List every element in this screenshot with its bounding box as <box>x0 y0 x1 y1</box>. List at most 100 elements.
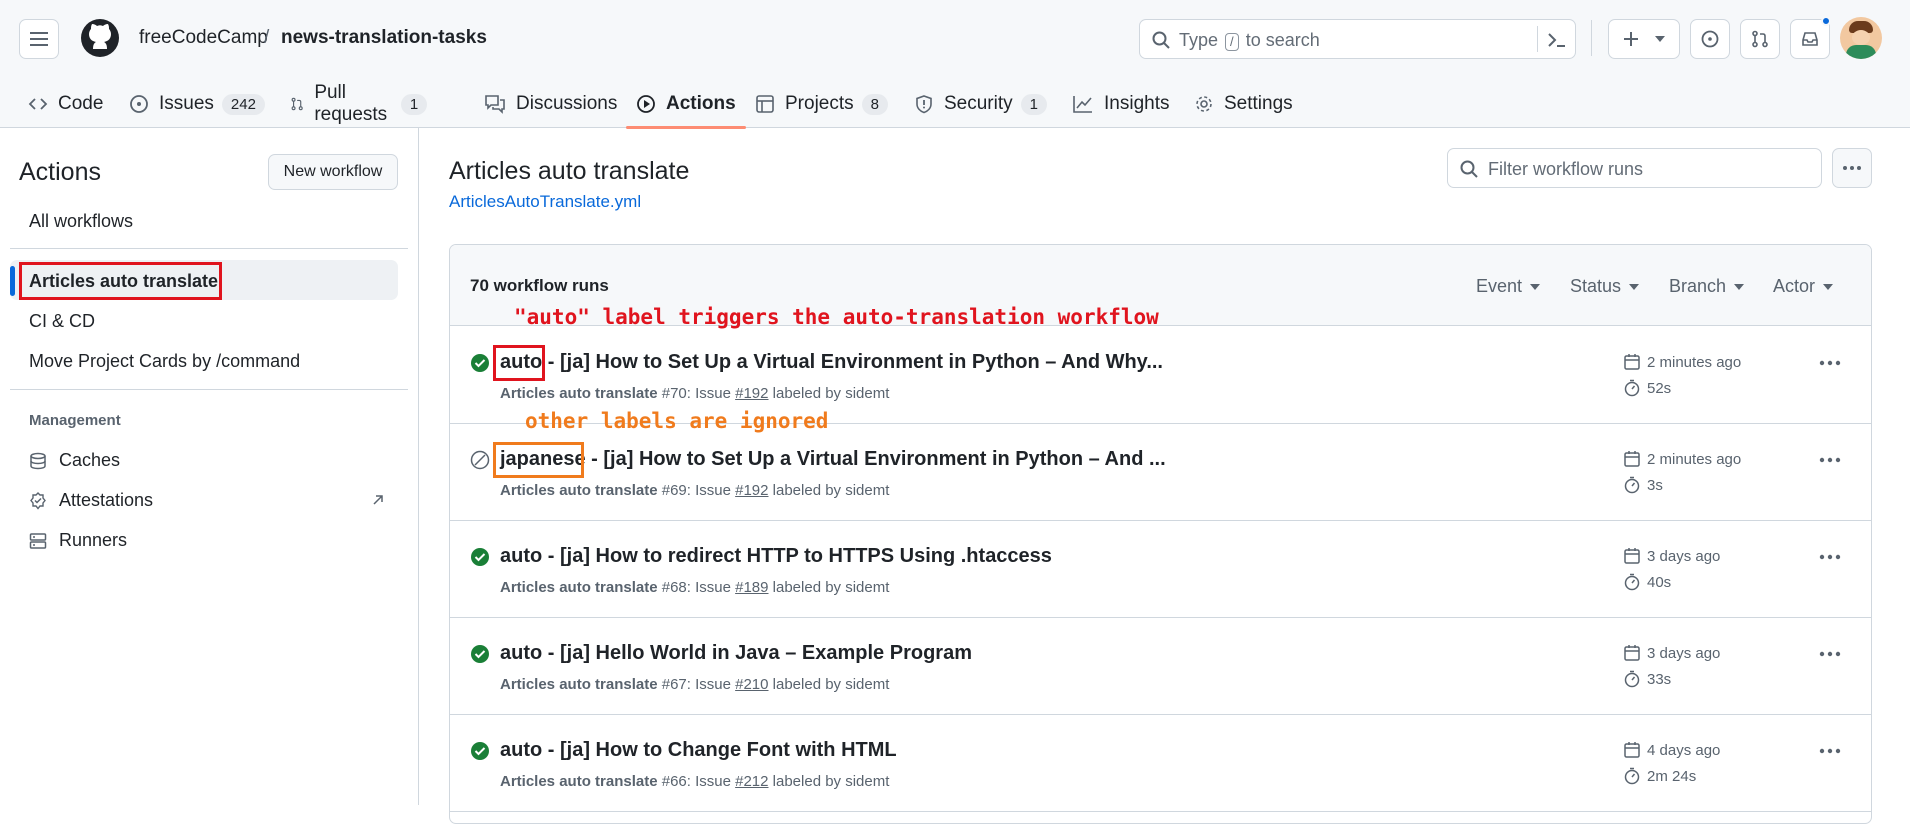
run-title[interactable]: auto - [ja] Hello World in Java – Exampl… <box>500 642 972 665</box>
stopwatch-icon <box>1624 670 1640 688</box>
table-row[interactable]: auto - [ja] How to Change Font with HTML… <box>450 715 1871 812</box>
create-new-button[interactable] <box>1608 19 1680 59</box>
table-row[interactable]: auto - [ja] Hello World in Java – Exampl… <box>450 618 1871 715</box>
tab-projects[interactable]: Projects 8 <box>755 80 888 128</box>
pull-requests-count-badge: 1 <box>400 93 428 115</box>
tab-actions[interactable]: Actions <box>626 80 746 129</box>
table-icon <box>756 95 774 113</box>
run-duration: 33s <box>1623 670 1671 688</box>
avatar[interactable] <box>1840 17 1882 59</box>
shield-icon <box>916 95 932 114</box>
workflow-options-button[interactable] <box>1832 148 1872 188</box>
sidebar-item-attestations[interactable]: Attestations <box>29 490 389 511</box>
search-icon <box>1460 160 1478 178</box>
issue-icon <box>130 95 148 113</box>
tab-pull-requests[interactable]: Pull requests 1 <box>290 80 428 128</box>
run-title[interactable]: auto - [ja] How to redirect HTTP to HTTP… <box>500 545 1052 568</box>
annotation-box-red-auto <box>493 345 545 381</box>
notification-dot <box>1821 16 1831 26</box>
run-date: 2 minutes ago <box>1623 353 1741 371</box>
run-meta: Articles auto translate #68: Issue #189 … <box>500 579 890 596</box>
pull-request-icon <box>1752 30 1768 48</box>
table-row[interactable]: auto - [ja] How to redirect HTTP to HTTP… <box>450 521 1871 618</box>
stopwatch-icon <box>1624 573 1640 591</box>
chevron-down-icon <box>1655 36 1665 42</box>
annotation-box-orange-japanese <box>493 442 584 478</box>
inbox-icon <box>1802 32 1818 46</box>
run-title[interactable]: japanese - [ja] How to Set Up a Virtual … <box>500 448 1166 471</box>
server-icon <box>29 532 47 549</box>
stopwatch-icon <box>1624 476 1640 494</box>
search-icon <box>1152 31 1170 49</box>
kebab-horizontal-icon[interactable] <box>1819 651 1841 657</box>
command-palette-icon[interactable] <box>1547 31 1567 49</box>
hamburger-icon <box>30 32 48 46</box>
run-title[interactable]: auto - [ja] How to Change Font with HTML <box>500 739 897 762</box>
new-workflow-button[interactable]: New workflow <box>268 154 398 190</box>
run-date: 3 days ago <box>1623 644 1720 662</box>
branch-filter-dropdown[interactable]: Branch <box>1669 276 1745 297</box>
kebab-horizontal-icon[interactable] <box>1819 554 1841 560</box>
kebab-horizontal-icon[interactable] <box>1819 748 1841 754</box>
workflow-file-link[interactable]: ArticlesAutoTranslate.yml <box>449 192 641 212</box>
tab-code[interactable]: Code <box>28 80 103 128</box>
gear-icon <box>1196 96 1212 112</box>
pull-requests-button[interactable] <box>1740 19 1780 59</box>
issue-link[interactable]: #192 <box>735 385 768 402</box>
success-check-icon <box>471 645 489 663</box>
issue-link[interactable]: #189 <box>735 579 768 596</box>
global-search-input[interactable]: Type / to search <box>1139 19 1576 59</box>
sidebar-item-move-project-cards[interactable]: Move Project Cards by /command <box>29 351 300 372</box>
actor-filter-dropdown[interactable]: Actor <box>1773 276 1834 297</box>
breadcrumb-owner[interactable]: freeCodeCamp <box>139 27 268 49</box>
github-logo-icon[interactable] <box>80 18 120 58</box>
success-check-icon <box>471 354 489 372</box>
annotation-box-red-sidebar <box>19 262 222 300</box>
top-header: freeCodeCamp / news-translation-tasks Ty… <box>0 0 1910 129</box>
run-duration: 40s <box>1623 573 1671 591</box>
discussion-icon <box>485 95 505 114</box>
annotation-auto-note: "auto" label triggers the auto-translati… <box>514 305 1159 329</box>
tab-issues[interactable]: Issues 242 <box>129 80 265 128</box>
filter-placeholder: Filter workflow runs <box>1488 159 1644 179</box>
stopwatch-icon <box>1624 767 1640 785</box>
sidebar-item-ci-cd[interactable]: CI & CD <box>29 311 95 332</box>
run-meta: Articles auto translate #70: Issue #192 … <box>500 385 890 402</box>
run-meta: Articles auto translate #66: Issue #212 … <box>500 773 890 790</box>
chevron-down-icon <box>1629 283 1640 290</box>
tab-discussions[interactable]: Discussions <box>484 80 617 128</box>
kebab-horizontal-icon[interactable] <box>1819 457 1841 463</box>
table-row[interactable]: japanese - [ja] How to Set Up a Virtual … <box>450 424 1871 521</box>
breadcrumb-repo[interactable]: news-translation-tasks <box>281 27 487 49</box>
event-filter-dropdown[interactable]: Event <box>1476 276 1541 297</box>
hamburger-menu-button[interactable] <box>19 19 59 59</box>
issue-link[interactable]: #192 <box>735 482 768 499</box>
run-title[interactable]: auto - [ja] How to Set Up a Virtual Envi… <box>500 351 1163 374</box>
sidebar-item-all-workflows[interactable]: All workflows <box>29 211 133 232</box>
run-date: 4 days ago <box>1623 741 1720 759</box>
workflow-runs-list: 70 workflow runs Event Status Branch Act… <box>449 244 1872 824</box>
play-icon <box>637 95 655 113</box>
chevron-down-icon <box>1530 283 1541 290</box>
issues-button[interactable] <box>1690 19 1730 59</box>
run-duration: 3s <box>1623 476 1663 494</box>
issue-link[interactable]: #210 <box>735 676 768 693</box>
annotation-other-note: other labels are ignored <box>525 409 829 433</box>
kebab-horizontal-icon[interactable] <box>1819 360 1841 366</box>
code-icon <box>28 98 48 110</box>
attestation-icon <box>30 491 46 510</box>
tab-insights[interactable]: Insights <box>1072 80 1169 128</box>
tab-settings[interactable]: Settings <box>1194 80 1293 128</box>
calendar-icon <box>1624 548 1640 564</box>
chevron-down-icon <box>1734 283 1745 290</box>
sidebar-item-caches[interactable]: Caches <box>29 450 120 471</box>
tab-security[interactable]: Security 1 <box>914 80 1047 128</box>
calendar-icon <box>1624 645 1640 661</box>
sidebar-title: Actions <box>19 158 101 186</box>
sidebar-item-runners[interactable]: Runners <box>29 530 127 551</box>
run-duration: 52s <box>1623 379 1671 397</box>
status-filter-dropdown[interactable]: Status <box>1570 276 1640 297</box>
filter-workflow-runs-input[interactable]: Filter workflow runs <box>1447 148 1822 188</box>
issue-link[interactable]: #212 <box>735 773 768 790</box>
run-date: 2 minutes ago <box>1623 450 1741 468</box>
